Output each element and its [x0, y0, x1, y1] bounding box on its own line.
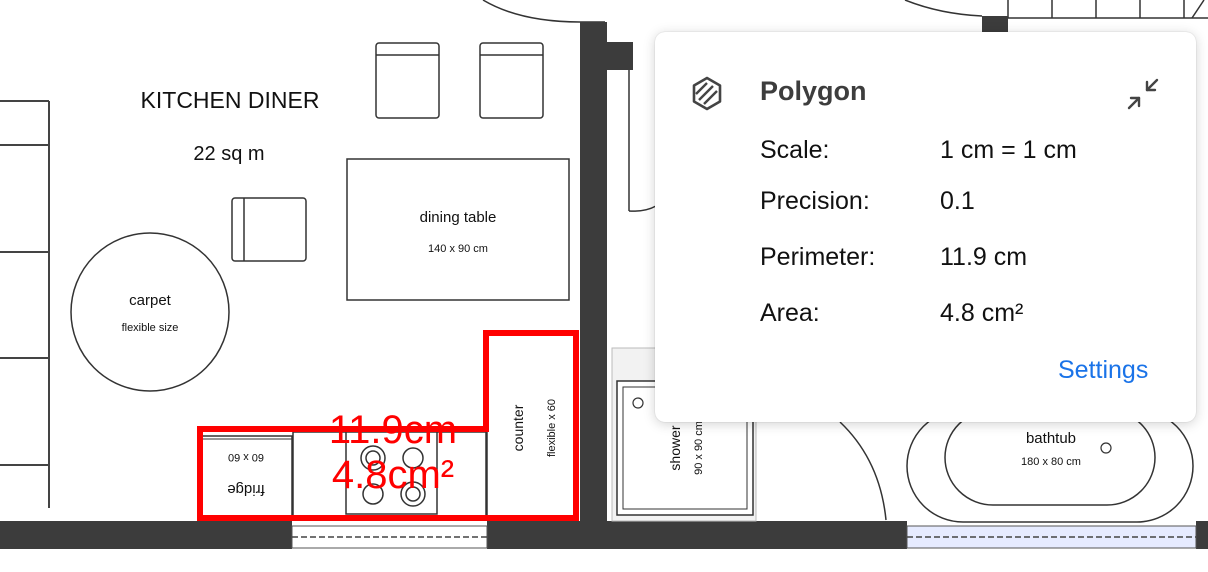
dining-table-label: dining table — [420, 209, 497, 226]
shower-label: shower — [667, 425, 683, 470]
collapse-arrows-icon[interactable] — [1123, 74, 1163, 114]
polygon-perimeter-label: 11.9cm — [329, 408, 457, 452]
window-bottom-left — [291, 525, 488, 549]
window-bottom-right — [906, 525, 1197, 549]
panel-title: Polygon — [760, 76, 867, 106]
chair[interactable] — [375, 42, 440, 119]
room-area: 22 sq m — [193, 143, 264, 165]
carpet[interactable]: carpet flexible size — [70, 232, 230, 392]
bathtub-size: 180 x 80 cm — [1021, 456, 1081, 468]
chair[interactable] — [231, 197, 307, 262]
polygon-area-label: 4.8cm² — [332, 453, 454, 497]
area-label: Area: — [760, 299, 820, 327]
fridge-label: fridge — [227, 481, 265, 498]
left-shelving — [0, 100, 50, 508]
stairs — [1007, 0, 1208, 19]
scale-label: Scale: — [760, 136, 830, 164]
wall-stub-top-right — [982, 16, 1008, 32]
perimeter-label: Perimeter: — [760, 243, 876, 271]
carpet-label: carpet — [129, 292, 172, 309]
carpet-size: flexible size — [122, 322, 179, 334]
bathtub-label: bathtub — [1026, 430, 1076, 447]
dining-table[interactable]: dining table 140 x 90 cm — [346, 158, 570, 301]
door-swing-top-right — [904, 0, 983, 17]
door-swing-bottom — [839, 421, 887, 521]
polygon-info-panel: Polygon Scale: 1 cm = 1 cm Precision: 0.… — [655, 32, 1196, 422]
perimeter-value: 11.9 cm — [940, 243, 1028, 271]
door-swing-middle — [628, 70, 657, 212]
scale-value: 1 cm = 1 cm — [940, 136, 1077, 164]
settings-link[interactable]: Settings — [1058, 356, 1148, 385]
fridge[interactable]: 60 x 60 fridge — [199, 435, 293, 519]
chair[interactable] — [479, 42, 544, 119]
area-value: 4.8 cm² — [940, 299, 1024, 327]
polygon-hatched-icon — [687, 74, 727, 114]
shower-size: 90 x 90 cm — [693, 421, 705, 475]
counter-label: counter — [510, 404, 526, 451]
precision-label: Precision: — [760, 187, 870, 215]
room-name: KITCHEN DINER — [141, 87, 320, 113]
fridge-size: 60 x 60 — [228, 451, 264, 463]
counter[interactable]: counter flexible x 60 — [486, 334, 577, 519]
door-swing-top-left — [482, 0, 605, 23]
counter-size: flexible x 60 — [546, 399, 558, 457]
bathtub[interactable]: bathtub 180 x 80 cm — [906, 409, 1194, 523]
dining-table-size: 140 x 90 cm — [428, 243, 488, 255]
precision-value: 0.1 — [940, 187, 975, 215]
